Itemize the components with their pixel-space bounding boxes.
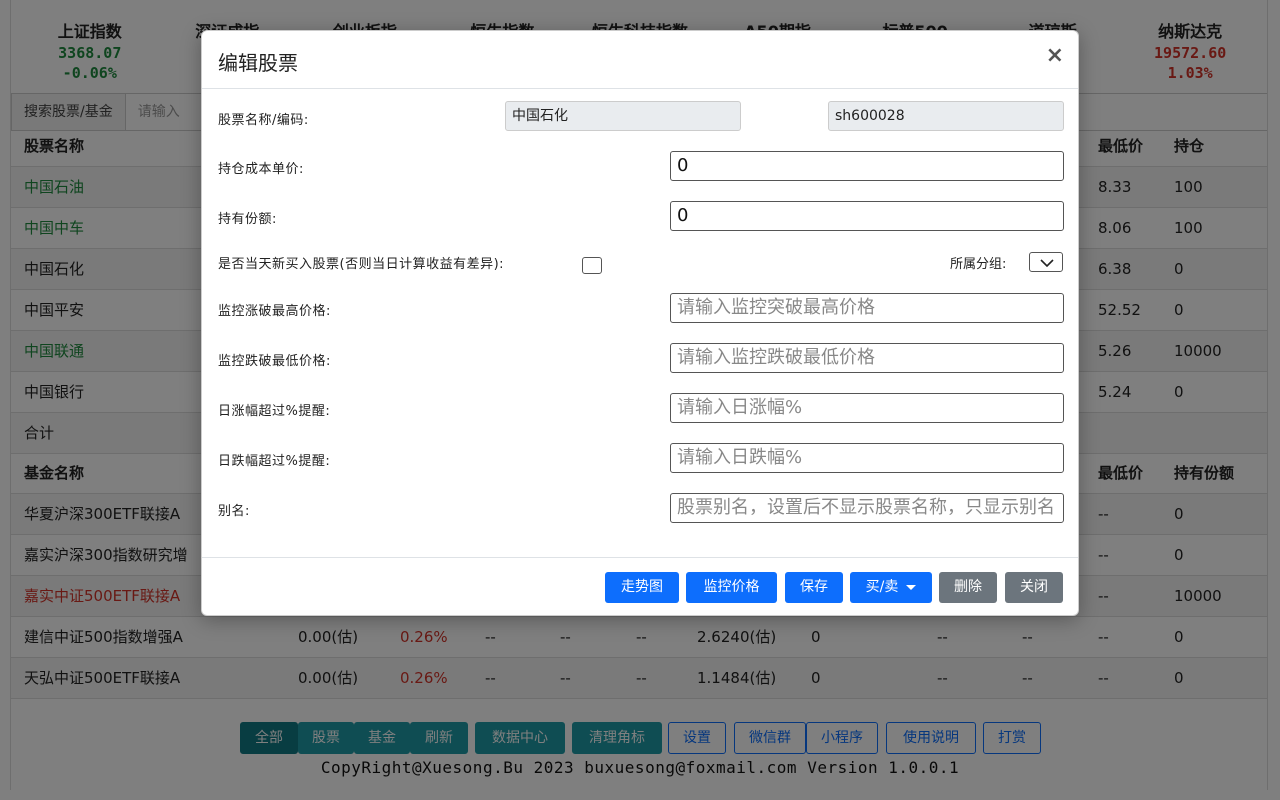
shares-label: 持有份额: (218, 212, 277, 227)
stock-name-field[interactable]: 中国石化 (505, 101, 741, 131)
high-price-label: 监控涨破最高价格: (218, 304, 331, 319)
trend-chart-button[interactable]: 走势图 (605, 572, 679, 603)
modal-header: 编辑股票 × (202, 31, 1078, 89)
close-icon[interactable]: × (1046, 43, 1064, 68)
cost-price-input[interactable]: 0 (670, 151, 1064, 181)
rise-alert-label: 日涨幅超过%提醒: (218, 404, 331, 419)
new-buy-label: 是否当天新买入股票(否则当日计算收益有差异): (218, 257, 505, 272)
chevron-down-icon (1040, 259, 1054, 267)
high-price-input[interactable]: 请输入监控突破最高价格 (670, 293, 1064, 323)
cost-price-label: 持仓成本单价: (218, 162, 304, 177)
fall-alert-input[interactable]: 请输入日跌幅% (670, 443, 1064, 473)
group-select[interactable] (1029, 252, 1063, 272)
delete-button[interactable]: 删除 (939, 572, 997, 603)
low-price-input[interactable]: 请输入监控跌破最低价格 (670, 343, 1064, 373)
fall-alert-label: 日跌幅超过%提醒: (218, 454, 331, 469)
alias-label: 别名: (218, 504, 250, 519)
name-code-label: 股票名称/编码: (218, 113, 309, 128)
modal-title: 编辑股票 (218, 51, 298, 75)
stock-code-field[interactable]: sh600028 (828, 101, 1064, 131)
modal-footer: 走势图 监控价格 保存 买/卖 删除 关闭 (202, 557, 1078, 615)
new-buy-checkbox[interactable] (582, 257, 602, 274)
shares-input[interactable]: 0 (670, 201, 1064, 231)
buy-sell-dropdown-button[interactable]: 买/卖 (850, 572, 932, 603)
monitor-price-button[interactable]: 监控价格 (686, 572, 777, 603)
close-button[interactable]: 关闭 (1005, 572, 1063, 603)
rise-alert-input[interactable]: 请输入日涨幅% (670, 393, 1064, 423)
buy-sell-label: 买/卖 (865, 579, 899, 595)
caret-down-icon (906, 584, 917, 590)
save-button[interactable]: 保存 (785, 572, 843, 603)
group-label: 所属分组: (950, 257, 1007, 272)
edit-stock-modal: 编辑股票 × 股票名称/编码: 中国石化 sh600028 持仓成本单价: 0 … (201, 30, 1079, 616)
low-price-label: 监控跌破最低价格: (218, 354, 331, 369)
alias-input[interactable]: 股票别名，设置后不显示股票名称，只显示别名 (670, 493, 1064, 523)
